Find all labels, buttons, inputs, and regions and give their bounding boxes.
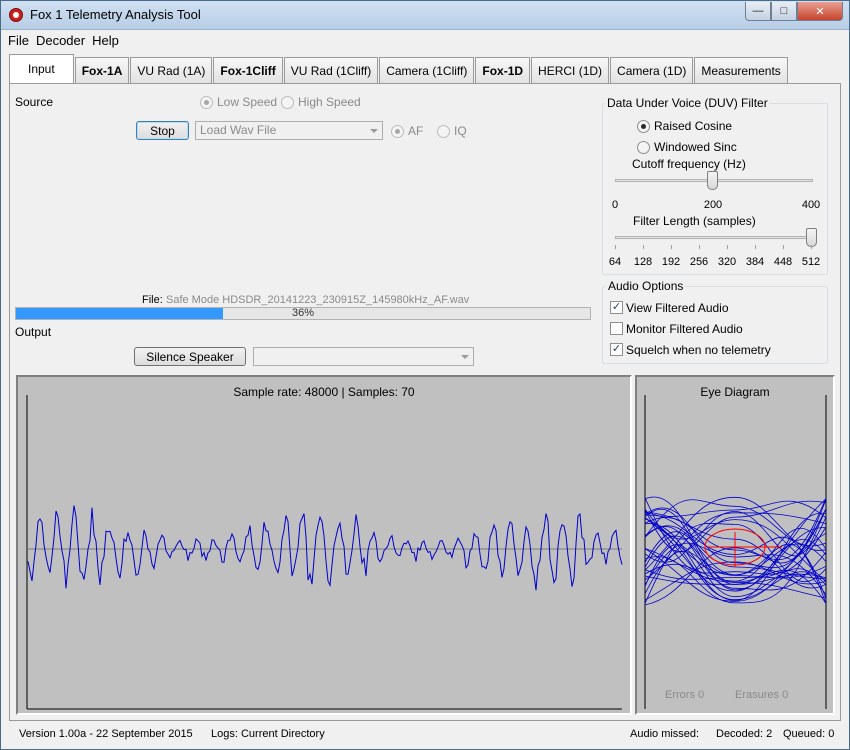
filter-length-tick-label: 256 [689, 256, 709, 268]
app-logo-icon [9, 8, 23, 22]
output-device-select[interactable] [253, 347, 474, 366]
filter-length-tick [699, 245, 700, 249]
filter-length-tick-label: 128 [633, 256, 653, 268]
maximize-button[interactable]: □ [771, 2, 797, 21]
audio-scope-panel: Sample rate: 48000 | Samples: 70 [16, 375, 632, 715]
filter-length-tick [671, 245, 672, 249]
file-name: Safe Mode HDSDR_20141223_230915Z_145980k… [166, 294, 470, 306]
filter-length-tick [727, 245, 728, 249]
iq-label: IQ [454, 124, 467, 138]
cutoff-tick-label: 400 [801, 199, 821, 211]
squelch-checkbox[interactable]: ✓ [610, 343, 623, 356]
chevron-down-icon [370, 129, 378, 133]
low-speed-radio[interactable] [200, 96, 213, 109]
raised-cosine-radio[interactable] [637, 120, 650, 133]
filter-length-tick-label: 192 [661, 256, 681, 268]
app-window: Fox 1 Telemetry Analysis Tool — □ ✕ File… [0, 0, 850, 750]
status-bar: Version 1.00a - 22 September 2015 Logs: … [9, 725, 841, 743]
source-select-value: Load Wav File [200, 123, 277, 137]
title-bar[interactable]: Fox 1 Telemetry Analysis Tool — □ ✕ [1, 1, 849, 30]
file-label: File: [142, 294, 163, 306]
iq-radio[interactable] [437, 125, 450, 138]
source-label: Source [15, 95, 54, 109]
menu-file[interactable]: File [8, 33, 29, 48]
filter-length-tick-label: 64 [608, 256, 622, 268]
tab-input[interactable]: Input [9, 54, 74, 83]
window-title: Fox 1 Telemetry Analysis Tool [30, 7, 201, 22]
errors-count: Errors 0 [665, 689, 705, 701]
tab-fox-1cliff[interactable]: Fox-1Cliff [213, 57, 283, 83]
windowed-sinc-label: Windowed Sinc [654, 140, 737, 154]
filter-length-tick [783, 245, 784, 249]
eye-diagram-panel: Eye Diagram Errors 0 Erasures 0 [635, 375, 835, 715]
raised-cosine-label: Raised Cosine [654, 119, 733, 133]
filter-length-label: Filter Length (samples) [633, 214, 756, 228]
tab-fox-1d[interactable]: Fox-1D [475, 57, 531, 83]
af-label: AF [408, 124, 424, 138]
tab-camera-1d[interactable]: Camera (1D) [610, 57, 694, 83]
tab-fox-1a[interactable]: Fox-1A [74, 57, 130, 83]
tab-camera-1cliff[interactable]: Camera (1Cliff) [379, 57, 475, 83]
cutoff-slider-thumb[interactable] [707, 171, 718, 190]
tab-strip: Input Fox-1A VU Rad (1A) Fox-1Cliff VU R… [9, 54, 789, 83]
audio-waveform-trace [27, 505, 623, 591]
filter-length-tick-label: 512 [801, 256, 821, 268]
cutoff-tick-label: 200 [703, 199, 723, 211]
silence-speaker-button[interactable]: Silence Speaker [134, 347, 246, 366]
filter-length-tick-label: 448 [773, 256, 793, 268]
menu-decoder[interactable]: Decoder [36, 33, 85, 48]
output-label: Output [15, 325, 52, 339]
audio-missed-text: Audio missed: [630, 728, 700, 740]
cutoff-tick-label: 0 [611, 199, 619, 211]
windowed-sinc-radio[interactable] [637, 141, 650, 154]
duv-filter-title: Data Under Voice (DUV) Filter [605, 96, 770, 110]
decoded-count: Decoded: 2 [716, 728, 773, 740]
stop-button[interactable]: Stop [136, 121, 189, 140]
monitor-filtered-audio-label: Monitor Filtered Audio [626, 322, 743, 336]
tab-measurements[interactable]: Measurements [694, 57, 788, 83]
eye-diagram-plot [644, 395, 827, 709]
af-radio[interactable] [391, 125, 404, 138]
low-speed-label: Low Speed [217, 95, 278, 109]
high-speed-radio[interactable] [281, 96, 294, 109]
filter-length-slider-track[interactable] [615, 236, 813, 239]
view-filtered-audio-label: View Filtered Audio [626, 301, 729, 315]
menu-help[interactable]: Help [92, 33, 119, 48]
tab-vu-rad-1cliff[interactable]: VU Rad (1Cliff) [283, 57, 379, 83]
monitor-filtered-audio-checkbox[interactable] [610, 322, 623, 335]
tab-vu-rad-1a[interactable]: VU Rad (1A) [130, 57, 213, 83]
minimize-button[interactable]: — [745, 2, 771, 21]
filter-length-tick [643, 245, 644, 249]
eye-trace [644, 500, 827, 519]
version-text: Version 1.00a - 22 September 2015 [19, 728, 193, 740]
audio-waveform-plot [26, 395, 623, 710]
filter-length-tick-label: 320 [717, 256, 737, 268]
queued-count: Queued: 0 [783, 728, 835, 740]
filter-length-tick [811, 245, 812, 249]
file-progress-bar: 36% [15, 307, 591, 320]
progress-text: 36% [291, 307, 315, 319]
logs-text: Logs: Current Directory [211, 728, 325, 740]
filter-length-tick [755, 245, 756, 249]
menu-bar: File Decoder Help [1, 30, 849, 50]
high-speed-label: High Speed [298, 95, 361, 109]
audio-options-title: Audio Options [606, 279, 686, 293]
view-filtered-audio-checkbox[interactable]: ✓ [610, 301, 623, 314]
squelch-label: Squelch when no telemetry [626, 343, 771, 357]
tab-herci-1d[interactable]: HERCI (1D) [531, 57, 610, 83]
filter-length-tick-label: 384 [745, 256, 765, 268]
close-button[interactable]: ✕ [797, 2, 843, 21]
source-select[interactable]: Load Wav File [195, 121, 383, 140]
chevron-down-icon [461, 355, 469, 359]
filter-length-tick [615, 245, 616, 249]
erasures-count: Erasures 0 [735, 689, 789, 701]
cutoff-frequency-label: Cutoff frequency (Hz) [632, 157, 746, 171]
